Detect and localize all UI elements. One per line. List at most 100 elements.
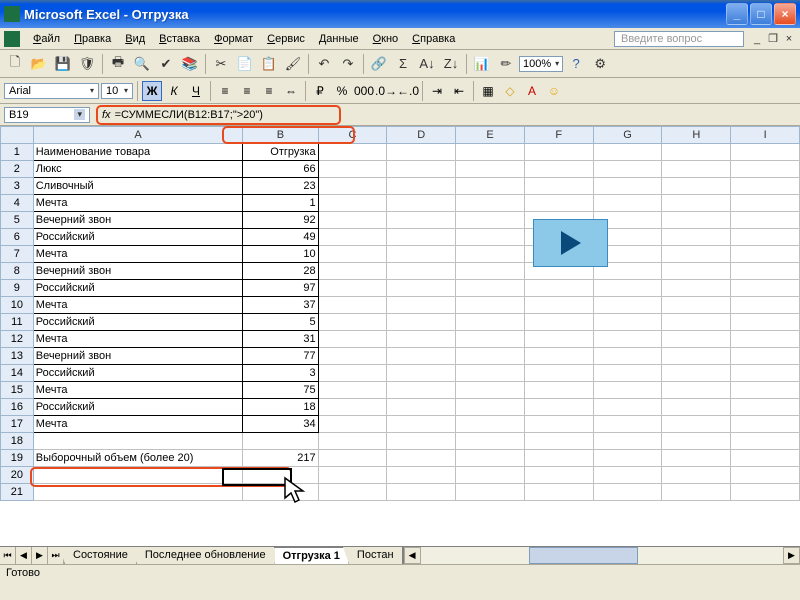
cell-D2[interactable] xyxy=(387,161,456,178)
cell-G16[interactable] xyxy=(593,399,662,416)
cell-E20[interactable] xyxy=(456,467,525,484)
cell-G4[interactable] xyxy=(593,195,662,212)
row-header-19[interactable]: 19 xyxy=(1,450,34,467)
cell-A17[interactable]: Мечта xyxy=(33,416,243,433)
cell-E16[interactable] xyxy=(456,399,525,416)
cell-H4[interactable] xyxy=(662,195,731,212)
cell-B12[interactable]: 31 xyxy=(243,331,318,348)
cell-A6[interactable]: Российский xyxy=(33,229,243,246)
cell-H5[interactable] xyxy=(662,212,731,229)
col-header-F[interactable]: F xyxy=(524,127,593,144)
bold-button[interactable]: Ж xyxy=(142,81,162,101)
cell-A11[interactable]: Российский xyxy=(33,314,243,331)
horizontal-scrollbar[interactable]: ◀ ▶ xyxy=(403,547,800,564)
format-painter-icon[interactable]: 🖌 xyxy=(282,53,304,75)
cell-B5[interactable]: 92 xyxy=(243,212,318,229)
font-size-combo[interactable]: 10 xyxy=(101,83,133,99)
col-header-H[interactable]: H xyxy=(662,127,731,144)
cell-D11[interactable] xyxy=(387,314,456,331)
cell-B9[interactable]: 97 xyxy=(243,280,318,297)
help-search-box[interactable]: Введите вопрос xyxy=(614,31,744,47)
cell-B7[interactable]: 10 xyxy=(243,246,318,263)
cell-D6[interactable] xyxy=(387,229,456,246)
font-color-icon[interactable]: A xyxy=(522,81,542,101)
redo-icon[interactable]: ↷ xyxy=(337,53,359,75)
cell-I4[interactable] xyxy=(731,195,800,212)
cell-H9[interactable] xyxy=(662,280,731,297)
row-header-16[interactable]: 16 xyxy=(1,399,34,416)
zoom-combo[interactable]: 100% xyxy=(519,56,563,72)
cut-icon[interactable]: ✂ xyxy=(210,53,232,75)
cell-D19[interactable] xyxy=(387,450,456,467)
cell-G9[interactable] xyxy=(593,280,662,297)
row-header-17[interactable]: 17 xyxy=(1,416,34,433)
merge-icon[interactable]: ⇔ xyxy=(281,81,301,101)
cell-G18[interactable] xyxy=(593,433,662,450)
cell-B13[interactable]: 77 xyxy=(243,348,318,365)
cell-H11[interactable] xyxy=(662,314,731,331)
play-shape-button[interactable] xyxy=(533,219,608,267)
row-header-4[interactable]: 4 xyxy=(1,195,34,212)
cell-E13[interactable] xyxy=(456,348,525,365)
col-header-D[interactable]: D xyxy=(387,127,456,144)
cell-F2[interactable] xyxy=(524,161,593,178)
row-header-21[interactable]: 21 xyxy=(1,484,34,501)
cell-F19[interactable] xyxy=(524,450,593,467)
cell-F4[interactable] xyxy=(524,195,593,212)
cell-A2[interactable]: Люкс xyxy=(33,161,243,178)
cell-C21[interactable] xyxy=(318,484,387,501)
minimize-button[interactable]: _ xyxy=(726,3,748,25)
cell-B3[interactable]: 23 xyxy=(243,178,318,195)
cell-I11[interactable] xyxy=(731,314,800,331)
menu-Сервис[interactable]: Сервис xyxy=(260,31,312,47)
cell-D9[interactable] xyxy=(387,280,456,297)
percent-icon[interactable]: % xyxy=(332,81,352,101)
cell-B19[interactable]: 217 xyxy=(243,450,318,467)
cell-A18[interactable] xyxy=(33,433,243,450)
menu-Вставка[interactable]: Вставка xyxy=(152,31,207,47)
cell-H7[interactable] xyxy=(662,246,731,263)
cell-D12[interactable] xyxy=(387,331,456,348)
cell-I18[interactable] xyxy=(731,433,800,450)
cell-A4[interactable]: Мечта xyxy=(33,195,243,212)
cell-C12[interactable] xyxy=(318,331,387,348)
cell-F10[interactable] xyxy=(524,297,593,314)
cell-C1[interactable] xyxy=(318,144,387,161)
cell-E18[interactable] xyxy=(456,433,525,450)
cell-A19[interactable]: Выборочный объем (более 20) xyxy=(33,450,243,467)
cell-F15[interactable] xyxy=(524,382,593,399)
cell-B20[interactable] xyxy=(243,467,318,484)
row-header-3[interactable]: 3 xyxy=(1,178,34,195)
cell-G10[interactable] xyxy=(593,297,662,314)
cell-D15[interactable] xyxy=(387,382,456,399)
cell-A21[interactable] xyxy=(33,484,243,501)
cell-F12[interactable] xyxy=(524,331,593,348)
cell-E15[interactable] xyxy=(456,382,525,399)
cell-C17[interactable] xyxy=(318,416,387,433)
cell-D21[interactable] xyxy=(387,484,456,501)
borders-icon[interactable]: ▦ xyxy=(478,81,498,101)
cell-F1[interactable] xyxy=(524,144,593,161)
cell-E19[interactable] xyxy=(456,450,525,467)
cell-H18[interactable] xyxy=(662,433,731,450)
cell-E12[interactable] xyxy=(456,331,525,348)
cell-A9[interactable]: Российский xyxy=(33,280,243,297)
row-header-14[interactable]: 14 xyxy=(1,365,34,382)
cell-E2[interactable] xyxy=(456,161,525,178)
cell-I2[interactable] xyxy=(731,161,800,178)
cell-B18[interactable] xyxy=(243,433,318,450)
spreadsheet-grid[interactable]: ABCDEFGHI1Наименование товараОтгрузка2Лю… xyxy=(0,126,800,501)
save-icon[interactable]: 💾 xyxy=(52,53,74,75)
sheet-tab-1[interactable]: Последнее обновление xyxy=(137,547,275,564)
open-icon[interactable]: 📂 xyxy=(28,53,50,75)
cell-D1[interactable] xyxy=(387,144,456,161)
cell-I1[interactable] xyxy=(731,144,800,161)
cell-H16[interactable] xyxy=(662,399,731,416)
cell-E9[interactable] xyxy=(456,280,525,297)
cell-B16[interactable]: 18 xyxy=(243,399,318,416)
cell-C2[interactable] xyxy=(318,161,387,178)
cell-E7[interactable] xyxy=(456,246,525,263)
cell-A14[interactable]: Российский xyxy=(33,365,243,382)
cell-H2[interactable] xyxy=(662,161,731,178)
cell-H21[interactable] xyxy=(662,484,731,501)
